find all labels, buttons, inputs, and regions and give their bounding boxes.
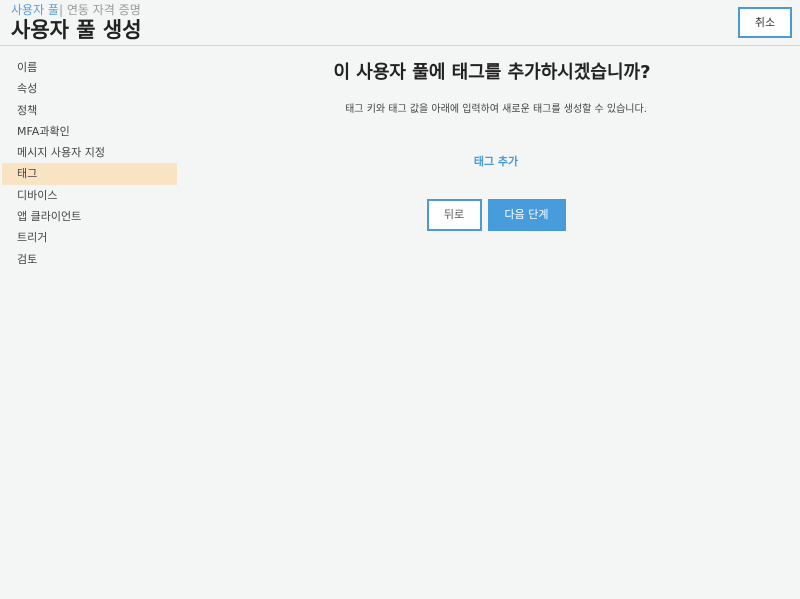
sidebar: 이름 속성 정책 MFA과확인 메시지 사용자 지정 태그 디바이스 앱 클라이…: [2, 57, 177, 270]
sidebar-item-messages[interactable]: 메시지 사용자 지정: [2, 142, 177, 163]
add-tag-link[interactable]: 태그 추가: [474, 153, 518, 169]
sidebar-item-mfa[interactable]: MFA과확인: [2, 121, 177, 142]
cancel-button[interactable]: 취소: [738, 7, 792, 38]
next-step-button[interactable]: 다음 단계: [487, 199, 566, 231]
header: 사용자 풀| 연동 자격 증명 사용자 풀 생성 취소: [0, 0, 800, 46]
sidebar-item-attributes[interactable]: 속성: [2, 78, 177, 99]
sidebar-item-devices[interactable]: 디바이스: [2, 185, 177, 206]
sidebar-item-policies[interactable]: 정책: [2, 100, 177, 121]
sidebar-item-triggers[interactable]: 트리거: [2, 227, 177, 248]
section-heading: 이 사용자 풀에 태그를 추가하시겠습니까?: [333, 62, 651, 83]
sidebar-item-review[interactable]: 검토: [2, 249, 177, 270]
sidebar-item-app-clients[interactable]: 앱 클라이언트: [2, 206, 177, 227]
sidebar-item-name[interactable]: 이름: [2, 57, 177, 78]
section-description: 태그 키와 태그 값을 아래에 입력하여 새로운 태그를 생성할 수 있습니다.: [345, 104, 647, 115]
back-button[interactable]: 뒤로: [426, 199, 482, 231]
main-content: 이 사용자 풀에 태그를 추가하시겠습니까? 태그 키와 태그 값을 아래에 입…: [216, 58, 776, 231]
sidebar-item-tags[interactable]: 태그: [2, 163, 177, 185]
page-title: 사용자 풀 생성: [11, 18, 142, 42]
